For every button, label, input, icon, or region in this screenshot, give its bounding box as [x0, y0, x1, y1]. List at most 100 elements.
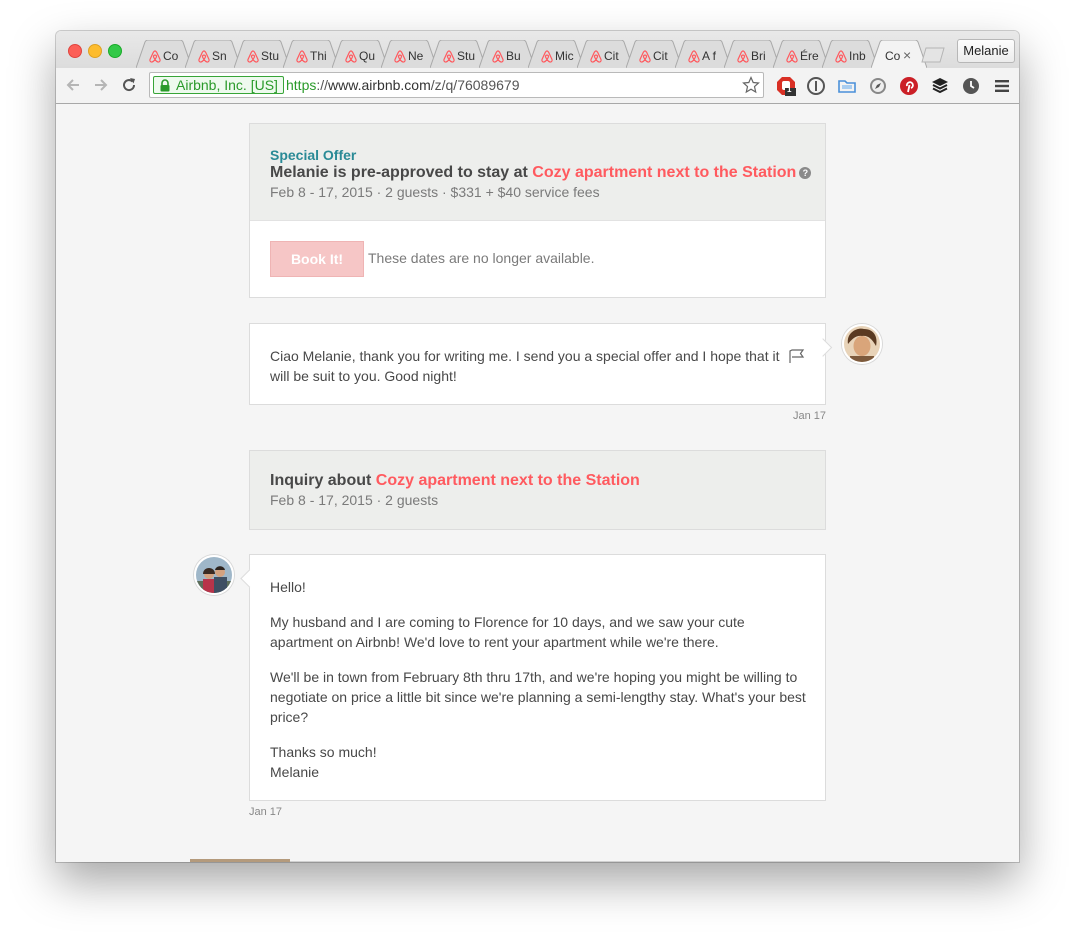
tab[interactable]: A f	[675, 40, 731, 68]
tab[interactable]: Cit	[577, 40, 633, 68]
tab-label: Cit	[653, 49, 668, 63]
offer-title-prefix: Melanie is pre-approved to stay at	[270, 164, 533, 181]
book-it-button[interactable]: Book It!	[270, 241, 364, 277]
listing-link[interactable]: Cozy apartment next to the Station	[532, 164, 796, 181]
url-text[interactable]: https://www.airbnb.com/z/q/76089679	[286, 77, 519, 93]
profile-button[interactable]: Melanie	[957, 39, 1015, 63]
tab-label: Qu	[359, 49, 376, 63]
close-tab-icon[interactable]: ×	[903, 47, 911, 63]
url-separator: ://	[316, 77, 329, 93]
airbnb-logo-icon	[590, 50, 602, 63]
reload-icon[interactable]	[120, 76, 138, 94]
info-circle-icon[interactable]	[806, 76, 826, 96]
guest-avatar-image	[196, 557, 232, 593]
inquiry-card: Inquiry about Cozy apartment next to the…	[249, 450, 826, 530]
tab[interactable]: Sn	[185, 40, 241, 68]
tab-label: Ére	[800, 49, 819, 63]
menu-icon[interactable]	[992, 76, 1012, 96]
inquiry-listing-link[interactable]: Cozy apartment next to the Station	[376, 472, 640, 489]
tab-label: A f	[702, 49, 717, 63]
buffer-stack-icon[interactable]	[930, 76, 950, 96]
tab[interactable]: Bu	[479, 40, 535, 68]
guest-message-body: Hello! My husband and I are coming to Fl…	[270, 577, 810, 782]
special-offer-label: Special Offer	[270, 147, 357, 163]
airbnb-logo-icon	[737, 50, 749, 63]
guest-message-date: Jan 17	[249, 806, 283, 818]
compass-icon[interactable]	[868, 76, 888, 96]
airbnb-logo-icon	[835, 50, 847, 63]
tab[interactable]: Inb	[822, 40, 878, 68]
inquiry-title-prefix: Inquiry about	[270, 472, 376, 489]
guest-message-signature: Melanie	[270, 764, 320, 780]
tab[interactable]: Cit	[626, 40, 682, 68]
offer-title: Melanie is pre-approved to stay at Cozy …	[270, 164, 812, 182]
airbnb-logo-icon	[688, 50, 700, 63]
clock-icon[interactable]	[961, 76, 981, 96]
tab-label: Bri	[751, 49, 766, 63]
address-bar[interactable]: Airbnb, Inc. [US] https://www.airbnb.com…	[149, 72, 764, 98]
url-scheme: https	[286, 77, 317, 93]
back-arrow-icon[interactable]	[64, 76, 82, 94]
tab[interactable]: Thi	[283, 40, 339, 68]
lock-icon	[160, 79, 170, 92]
inquiry-title: Inquiry about Cozy apartment next to the…	[270, 472, 640, 490]
tab-label: Inb	[849, 49, 866, 63]
unavailable-notice: These dates are no longer available.	[368, 250, 595, 266]
new-tab-button[interactable]	[918, 47, 948, 63]
bookmark-star-icon[interactable]	[742, 76, 760, 94]
message-pointer	[813, 338, 833, 357]
minimize-window-button[interactable]	[88, 44, 102, 58]
tab-label: Co	[163, 49, 179, 63]
tab[interactable]: Bri	[724, 40, 780, 68]
footer-image-edge	[190, 859, 290, 862]
url-path: /z/q/76089679	[430, 77, 520, 93]
browser-window: Co Sn Stu Thi Qu Ne Stu Bu Mic Cit Cit A f Bri Ére Inb…	[56, 31, 1019, 862]
tab[interactable]: Mic	[528, 40, 584, 68]
ev-label: Airbnb, Inc. [US]	[176, 77, 278, 93]
host-avatar-image	[844, 326, 880, 362]
browser-toolbar: Airbnb, Inc. [US] https://www.airbnb.com…	[56, 68, 1019, 104]
adblock-extension-icon[interactable]	[776, 76, 796, 96]
tab[interactable]: Co	[136, 40, 192, 68]
tab[interactable]: Ére	[773, 40, 829, 68]
help-icon[interactable]: ?	[799, 167, 812, 179]
host-avatar[interactable]	[842, 324, 882, 364]
tab-label: Ne	[408, 49, 424, 63]
page-content: Special Offer Melanie is pre-approved to…	[56, 104, 1019, 862]
folder-extension-icon[interactable]	[837, 76, 857, 96]
airbnb-logo-icon	[394, 50, 406, 63]
tab-label: Cit	[604, 49, 619, 63]
offer-details: Feb 8 - 17, 2015 · 2 guests · $331 + $40…	[270, 184, 600, 200]
airbnb-logo-icon	[786, 50, 798, 63]
zoom-window-button[interactable]	[108, 44, 122, 58]
airbnb-logo-icon	[345, 50, 357, 63]
airbnb-logo-icon	[492, 50, 504, 63]
ev-certificate-badge[interactable]: Airbnb, Inc. [US]	[153, 76, 284, 94]
pinterest-icon[interactable]	[899, 76, 919, 96]
host-message-text: Ciao Melanie, thank you for writing me. …	[270, 348, 780, 384]
tab[interactable]: Stu	[234, 40, 290, 68]
tab-label: Sn	[212, 49, 227, 63]
airbnb-logo-icon	[149, 50, 161, 63]
airbnb-logo-icon	[443, 50, 455, 63]
special-offer-header: Special Offer Melanie is pre-approved to…	[250, 124, 825, 221]
tab-label: Stu	[457, 49, 476, 63]
host-message-card: Ciao Melanie, thank you for writing me. …	[249, 323, 833, 405]
tab[interactable]: Qu	[332, 40, 388, 68]
airbnb-logo-icon	[247, 50, 259, 63]
guest-avatar[interactable]	[194, 555, 234, 595]
guest-message-greeting: Hello!	[270, 579, 306, 595]
guest-message-paragraph: We'll be in town from February 8th thru …	[270, 669, 806, 725]
url-host: www.airbnb.com	[328, 77, 431, 93]
flag-icon[interactable]	[788, 348, 806, 364]
forward-arrow-icon[interactable]	[92, 76, 110, 94]
footer-divider	[190, 861, 890, 862]
guest-message-paragraph: My husband and I are coming to Florence …	[270, 614, 745, 650]
tab-label: Bu	[506, 49, 521, 63]
title-bar: Co Sn Stu Thi Qu Ne Stu Bu Mic Cit Cit A f Bri Ére Inb…	[56, 31, 1019, 68]
close-window-button[interactable]	[68, 44, 82, 58]
message-pointer	[240, 569, 259, 588]
special-offer-card: Special Offer Melanie is pre-approved to…	[249, 123, 826, 298]
tab[interactable]: Stu	[430, 40, 486, 68]
tab[interactable]: Ne	[381, 40, 437, 68]
